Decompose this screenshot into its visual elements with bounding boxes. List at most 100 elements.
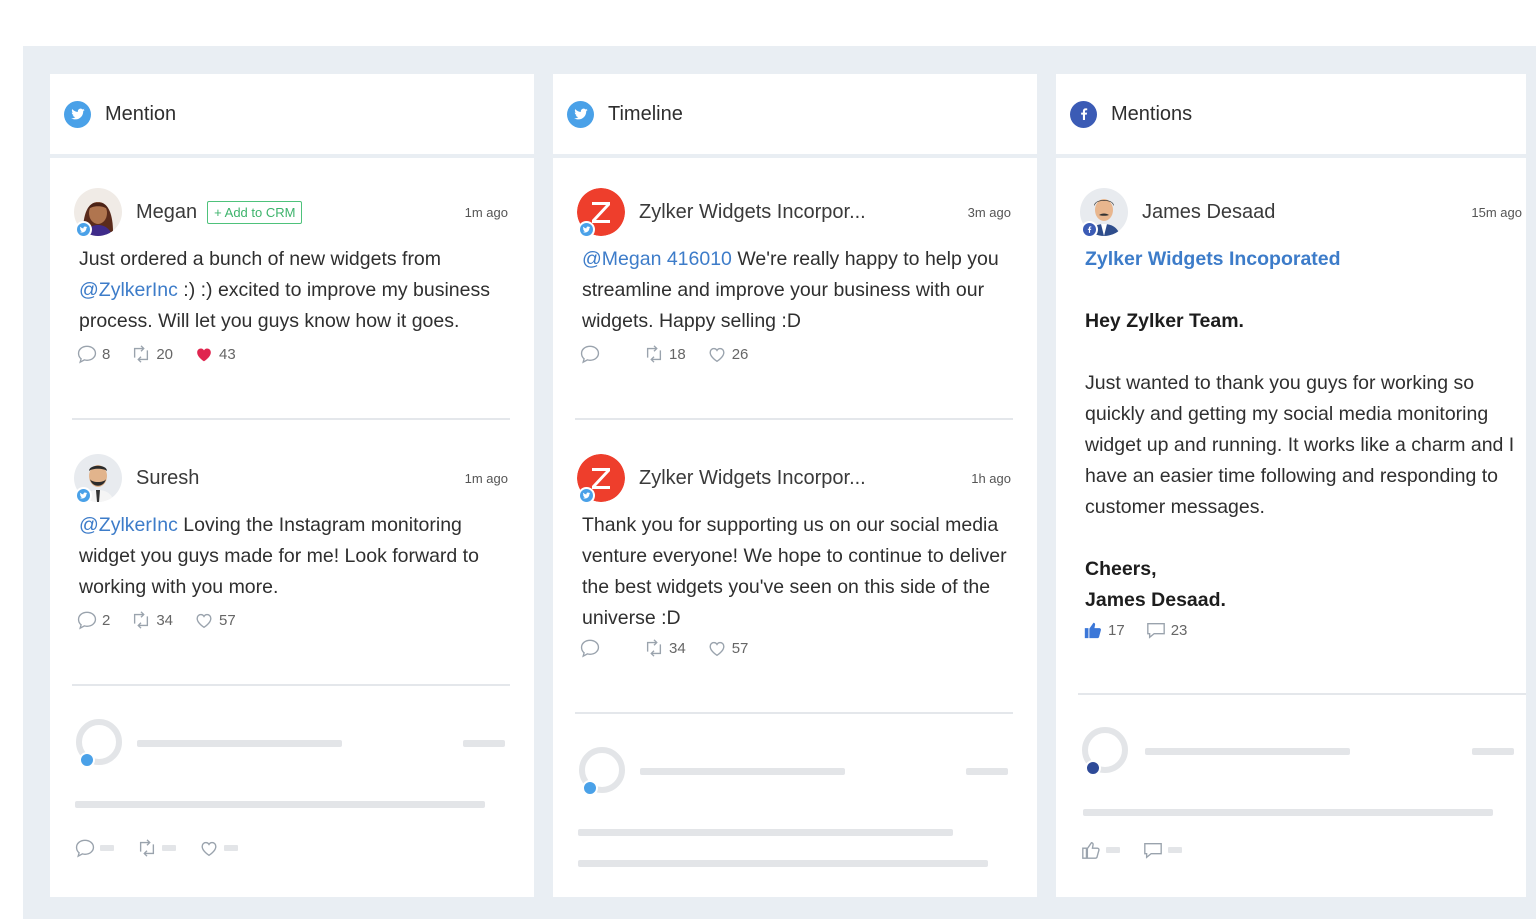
post-time: 3m ago [967, 204, 1011, 220]
placeholder-avatar-icon [74, 718, 124, 768]
placeholder-dash [224, 845, 238, 851]
retweet-button[interactable]: 20 [130, 344, 173, 364]
avatar[interactable] [74, 188, 122, 238]
post-greeting: Hey Zylker Team. [1085, 310, 1244, 332]
placeholder-avatar-icon [577, 746, 627, 796]
reply-button[interactable] [579, 638, 605, 658]
retweet-icon [136, 838, 158, 858]
mention-link[interactable]: @ZylkerInc [79, 279, 178, 301]
like-button[interactable]: 43 [193, 344, 236, 364]
retweet-count: 34 [156, 611, 174, 629]
comment-count: 23 [1170, 621, 1188, 639]
divider [575, 418, 1013, 420]
retweet-icon [643, 638, 665, 658]
avatar[interactable] [74, 454, 122, 504]
post-signoff: Cheers, [1085, 558, 1157, 580]
author-name[interactable]: Megan [136, 201, 197, 224]
column-feed[interactable]: Megan + Add to CRM 1m ago Just ordered a… [50, 158, 534, 897]
like-button[interactable]: 26 [706, 344, 749, 364]
retweet-count: 20 [156, 345, 174, 363]
reply-count: 2 [102, 611, 111, 629]
placeholder-dash [162, 845, 176, 851]
page-link[interactable]: Zylker Widgets Incoporated [1085, 244, 1522, 275]
comment-button[interactable]: 23 [1145, 620, 1188, 640]
reply-icon [579, 638, 601, 658]
avatar[interactable] [1080, 188, 1128, 238]
heart-icon [198, 838, 220, 858]
facebook-badge-icon [1081, 221, 1098, 238]
placeholder-avatar-icon [1080, 726, 1130, 776]
post-time: 15m ago [1471, 204, 1522, 220]
placeholder-line [578, 829, 953, 836]
post-text: @Megan 416010 We're really happy to help… [582, 244, 1013, 337]
column-header: Mention [50, 74, 534, 154]
retweet-icon [643, 344, 665, 364]
column-timeline: Timeline Zylker Widgets Incorpor... 3m a… [553, 74, 1037, 897]
post-time: 1m ago [464, 204, 508, 220]
heart-icon [706, 638, 728, 658]
post-actions: 8 20 43 [76, 344, 256, 364]
like-count: 57 [731, 639, 749, 657]
avatar[interactable] [577, 188, 625, 238]
reply-button[interactable] [579, 344, 605, 364]
mention-link[interactable]: @Megan 416010 [582, 248, 732, 270]
column-title: Mention [105, 102, 177, 125]
comment-icon [1142, 840, 1164, 860]
placeholder-line [1472, 748, 1514, 755]
placeholder-actions [74, 838, 260, 858]
placeholder-line [1083, 809, 1493, 816]
post-text-part: Just ordered a bunch of new widgets from [79, 248, 442, 270]
placeholder-line [640, 768, 845, 775]
retweet-count: 18 [669, 345, 686, 363]
twitter-badge-icon [578, 487, 595, 504]
author-name[interactable]: Zylker Widgets Incorpor... [639, 201, 866, 224]
like-button[interactable]: 57 [706, 638, 749, 658]
reply-icon [76, 610, 98, 630]
author-name[interactable]: Suresh [136, 467, 199, 490]
placeholder-dash [1168, 847, 1182, 853]
avatar[interactable] [577, 454, 625, 504]
facebook-icon [1070, 100, 1097, 128]
like-count: 17 [1108, 621, 1125, 639]
like-button[interactable]: 57 [193, 610, 236, 630]
column-feed[interactable]: Zylker Widgets Incorpor... 3m ago @Megan… [553, 158, 1037, 897]
reply-icon [74, 838, 96, 858]
divider [1078, 693, 1526, 695]
post-text: @ZylkerInc Loving the Instagram monitori… [79, 510, 510, 603]
retweet-button[interactable]: 18 [643, 344, 686, 364]
reply-button[interactable]: 8 [76, 344, 110, 364]
reply-icon [579, 344, 601, 364]
post-time: 1h ago [971, 470, 1011, 486]
post-text: Just ordered a bunch of new widgets from… [79, 244, 510, 337]
column-title: Timeline [608, 102, 683, 125]
like-button[interactable]: 17 [1082, 620, 1125, 640]
reply-button[interactable]: 2 [76, 610, 110, 630]
column-feed[interactable]: James Desaad 15m ago Zylker Widgets Inco… [1056, 158, 1526, 897]
post-time: 1m ago [464, 470, 508, 486]
twitter-badge-icon [75, 487, 92, 504]
retweet-count: 34 [669, 639, 686, 657]
retweet-button[interactable]: 34 [643, 638, 686, 658]
twitter-icon [567, 100, 594, 128]
placeholder-dash [100, 845, 114, 851]
like-count: 26 [731, 345, 749, 363]
post-text: Thank you for supporting us on our socia… [582, 514, 1007, 629]
add-to-crm-button[interactable]: + Add to CRM [207, 200, 303, 224]
post-actions: 17 23 [1082, 620, 1207, 640]
author-name[interactable]: Zylker Widgets Incorpor... [639, 467, 866, 490]
retweet-button[interactable]: 34 [130, 610, 173, 630]
twitter-badge-icon [75, 221, 92, 238]
mention-link[interactable]: @ZylkerInc [79, 514, 178, 536]
column-facebook-mentions: Mentions James Desaad 15m ago Zylker Wid… [1056, 74, 1526, 897]
heart-icon [706, 344, 728, 364]
placeholder-line [137, 740, 342, 747]
post-body: Just wanted to thank you guys for workin… [1085, 372, 1515, 518]
thumbs-up-filled-icon [1082, 620, 1104, 640]
post-actions: 2 34 57 [76, 610, 256, 630]
retweet-icon [130, 344, 152, 364]
column-header: Mentions [1056, 74, 1526, 154]
author-name[interactable]: James Desaad [1142, 201, 1275, 224]
reply-icon [76, 344, 98, 364]
